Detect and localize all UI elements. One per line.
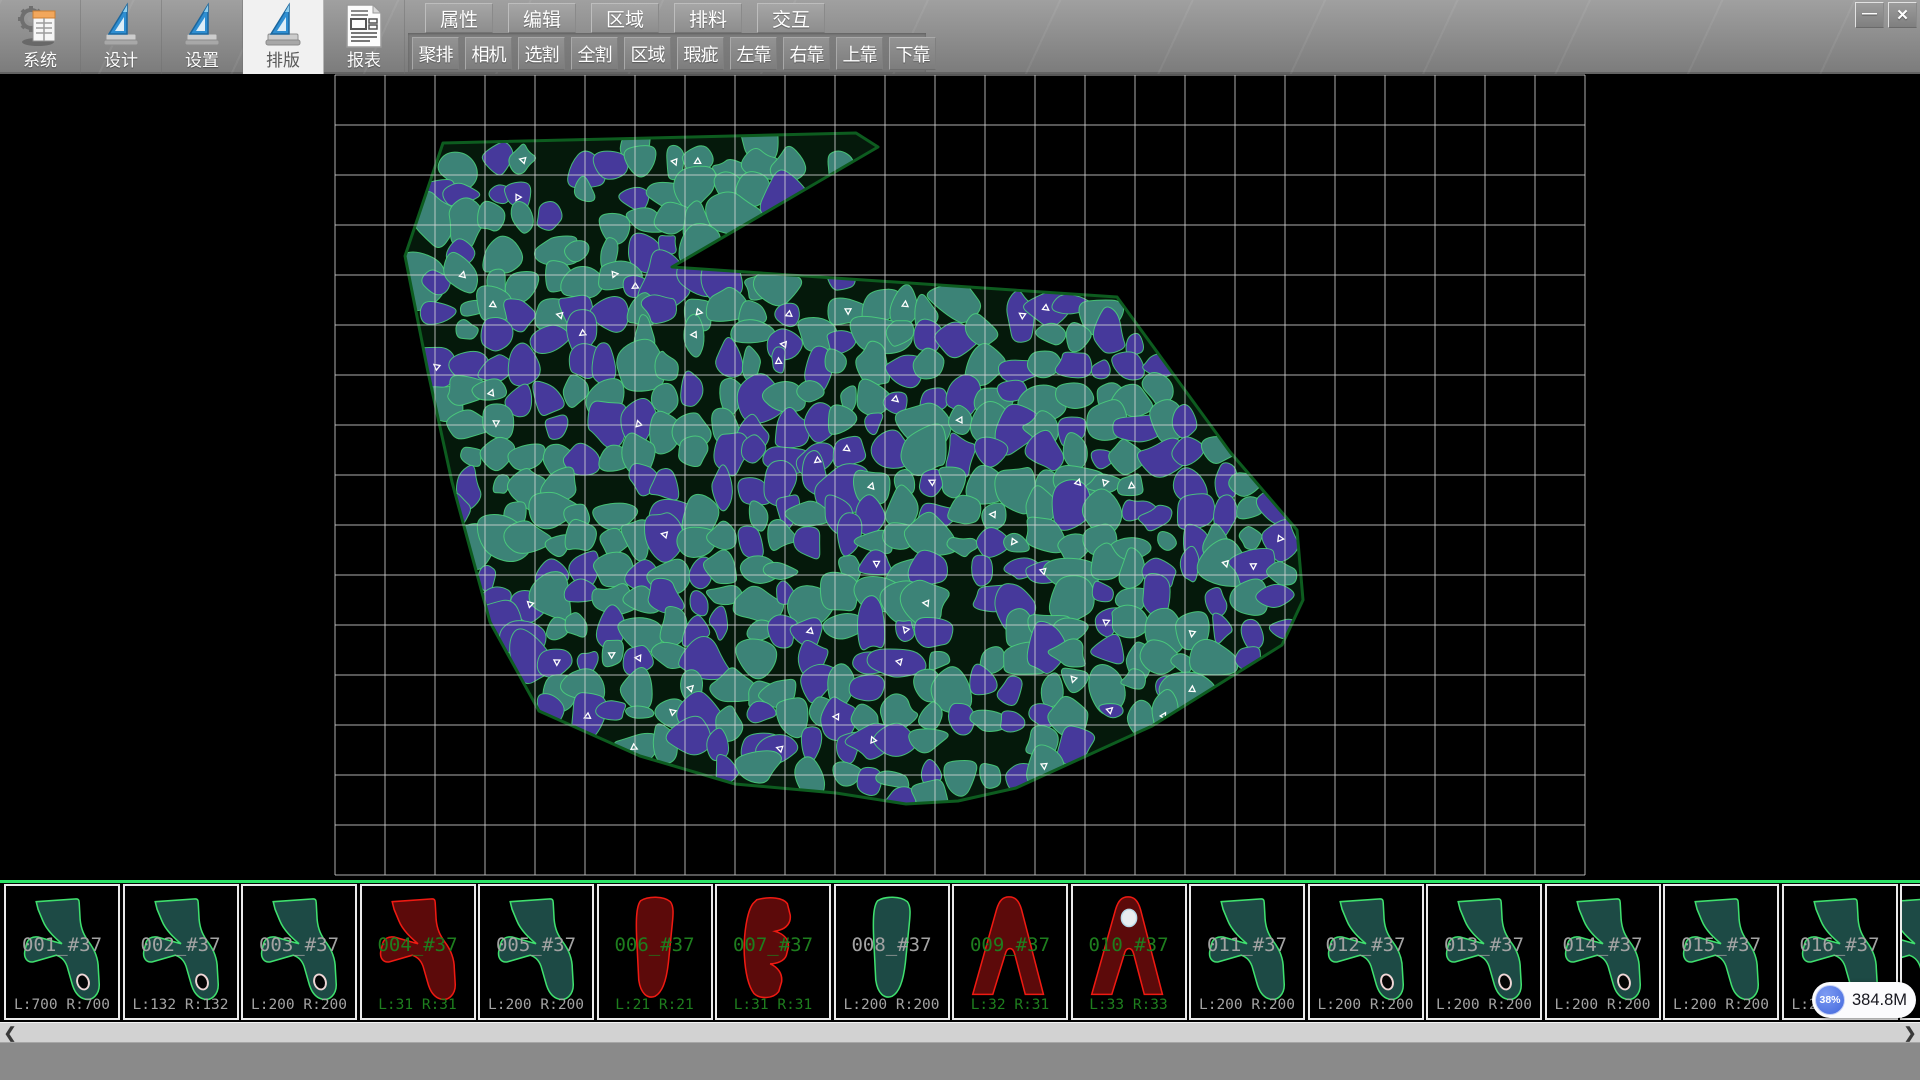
- piece-thumbnail-9[interactable]: 009_#37L:32 R:31: [952, 884, 1068, 1020]
- nav-item-2[interactable]: 设计: [81, 0, 162, 74]
- menu-tab-2[interactable]: 编辑: [508, 3, 576, 33]
- nav-item-label: 设计: [104, 51, 138, 71]
- menu-tab-5[interactable]: 交互: [757, 3, 825, 33]
- memory-percent-indicator: 38%: [1815, 985, 1845, 1015]
- status-bar: [0, 1042, 1920, 1080]
- tool-button-3[interactable]: 选割: [518, 37, 565, 70]
- piece-thumbnail-1[interactable]: 001_#37L:700 R:700: [4, 884, 120, 1020]
- set-square-icon: [259, 2, 307, 50]
- piece-thumbnail-2[interactable]: 002_#37L:132 R:132: [123, 884, 239, 1020]
- close-button[interactable]: ✕: [1888, 2, 1917, 28]
- scroll-left-icon[interactable]: ❮: [0, 1023, 20, 1042]
- horizontal-scrollbar[interactable]: ❮ ❯: [0, 1022, 1920, 1042]
- tool-button-1[interactable]: 聚排: [412, 37, 459, 70]
- report-doc-icon: [340, 2, 388, 50]
- tool-button-9[interactable]: 上靠: [836, 37, 883, 70]
- pieces-strip: 001_#37L:700 R:700002_#37L:132 R:132003_…: [0, 880, 1920, 1022]
- tool-button-5[interactable]: 区域: [624, 37, 671, 70]
- piece-thumbnail-8[interactable]: 008_#37L:200 R:200: [834, 884, 950, 1020]
- nesting-canvas[interactable]: [0, 74, 1920, 880]
- nav-item-label: 设置: [185, 51, 219, 71]
- strip-separator: [0, 880, 1920, 883]
- piece-thumbnail-3[interactable]: 003_#37L:200 R:200: [241, 884, 357, 1020]
- tool-button-10[interactable]: 下靠: [889, 37, 936, 70]
- piece-thumbnail-7[interactable]: 007_#37L:31 R:31: [715, 884, 831, 1020]
- tool-button-8[interactable]: 右靠: [783, 37, 830, 70]
- menu-tab-4[interactable]: 排料: [674, 3, 742, 33]
- piece-thumbnail-15[interactable]: 015_#37L:200 R:200: [1663, 884, 1779, 1020]
- set-square-icon: [97, 2, 145, 50]
- nav-item-3[interactable]: 设置: [162, 0, 243, 74]
- nav-item-label: 报表: [347, 51, 381, 71]
- nav-item-label: 系统: [23, 51, 57, 71]
- minimize-button[interactable]: —: [1855, 2, 1884, 28]
- piece-thumbnail-11[interactable]: 011_#37L:200 R:200: [1189, 884, 1305, 1020]
- nav-bar: 系统 设计 设置 排版 报表: [0, 0, 405, 74]
- system-gear-icon: [16, 2, 64, 50]
- memory-percent: 38%: [1819, 994, 1840, 1006]
- nav-item-5[interactable]: 报表: [324, 0, 405, 74]
- piece-thumbnail-12[interactable]: 012_#37L:200 R:200: [1308, 884, 1424, 1020]
- top-toolbar: 系统设计设置排版报表 属性编辑区域排料交互 聚排相机选割全割区域瑕疵左靠右靠上靠…: [0, 0, 1920, 74]
- menu-tab-row: 属性编辑区域排料交互: [425, 3, 825, 33]
- piece-thumbnail-6[interactable]: 006_#37L:21 R:21: [597, 884, 713, 1020]
- menu-tab-3[interactable]: 区域: [591, 3, 659, 33]
- memory-usage: 384.8M: [1852, 982, 1907, 1018]
- tool-button-4[interactable]: 全割: [571, 37, 618, 70]
- piece-thumbnail-13[interactable]: 013_#37L:200 R:200: [1426, 884, 1542, 1020]
- piece-thumbnail-10[interactable]: 010_#37L:33 R:33: [1071, 884, 1187, 1020]
- nav-item-label: 排版: [266, 51, 300, 71]
- tool-button-6[interactable]: 瑕疵: [677, 37, 724, 70]
- close-icon: ✕: [1896, 6, 1909, 24]
- nav-item-4[interactable]: 排版: [243, 0, 324, 74]
- piece-thumbnail-14[interactable]: 014_#37L:200 R:200: [1545, 884, 1661, 1020]
- nav-item-1[interactable]: 系统: [0, 0, 81, 74]
- piece-thumbnail-4[interactable]: 004_#37L:31 R:31: [360, 884, 476, 1020]
- nested-pieces: [382, 114, 1298, 815]
- piece-thumbnail-5[interactable]: 005_#37L:200 R:200: [478, 884, 594, 1020]
- minimize-icon: —: [1862, 5, 1877, 22]
- tool-button-2[interactable]: 相机: [465, 37, 512, 70]
- tool-row: 聚排相机选割全割区域瑕疵左靠右靠上靠下靠: [412, 37, 936, 70]
- canvas-svg: [0, 74, 1920, 880]
- menu-tab-1[interactable]: 属性: [425, 3, 493, 33]
- app: { "window": { "minimize_glyph": "—", "cl…: [0, 0, 1920, 1080]
- memory-badge: 38% 384.8M: [1812, 982, 1916, 1018]
- scroll-right-icon[interactable]: ❯: [1900, 1023, 1920, 1042]
- tool-button-7[interactable]: 左靠: [730, 37, 777, 70]
- window-controls: — ✕: [1855, 2, 1917, 28]
- set-square-icon: [178, 2, 226, 50]
